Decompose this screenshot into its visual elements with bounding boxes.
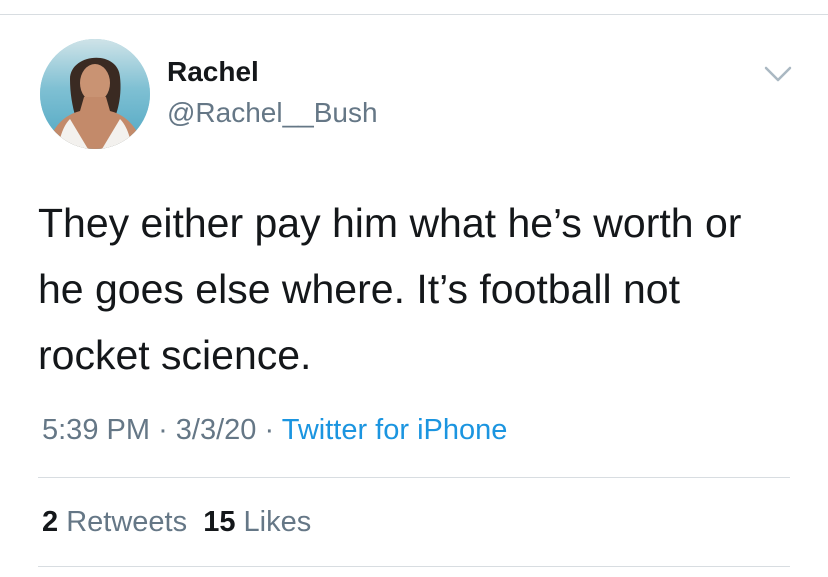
tweet-source-link[interactable]: Twitter for iPhone	[282, 414, 508, 446]
divider	[38, 477, 790, 478]
tweet-time[interactable]: 5:39 PM	[42, 414, 150, 446]
likes-label: Likes	[243, 506, 312, 538]
meta-separator: ·	[158, 414, 168, 446]
tweet-stats: 2 Retweets 15 Likes	[42, 504, 311, 540]
profile-photo	[40, 39, 150, 149]
author-display-name[interactable]: Rachel	[167, 55, 259, 89]
top-divider	[0, 14, 828, 15]
retweets-count: 2	[42, 506, 59, 538]
retweets-stat[interactable]: 2 Retweets	[42, 506, 187, 538]
avatar[interactable]	[40, 39, 150, 149]
meta-separator: ·	[264, 414, 275, 446]
tweet-metadata: 5:39 PM · 3/3/20 · Twitter for iPhone	[42, 412, 507, 448]
retweets-label: Retweets	[66, 506, 188, 538]
author-handle[interactable]: @Rachel__Bush	[167, 96, 378, 130]
tweet-date[interactable]: 3/3/20	[176, 414, 257, 446]
chevron-down-icon[interactable]	[762, 60, 794, 88]
likes-count: 15	[203, 506, 236, 538]
divider	[38, 566, 790, 567]
likes-stat[interactable]: 15 Likes	[203, 506, 311, 538]
tweet-text: They either pay him what he’s worth or h…	[38, 200, 742, 378]
